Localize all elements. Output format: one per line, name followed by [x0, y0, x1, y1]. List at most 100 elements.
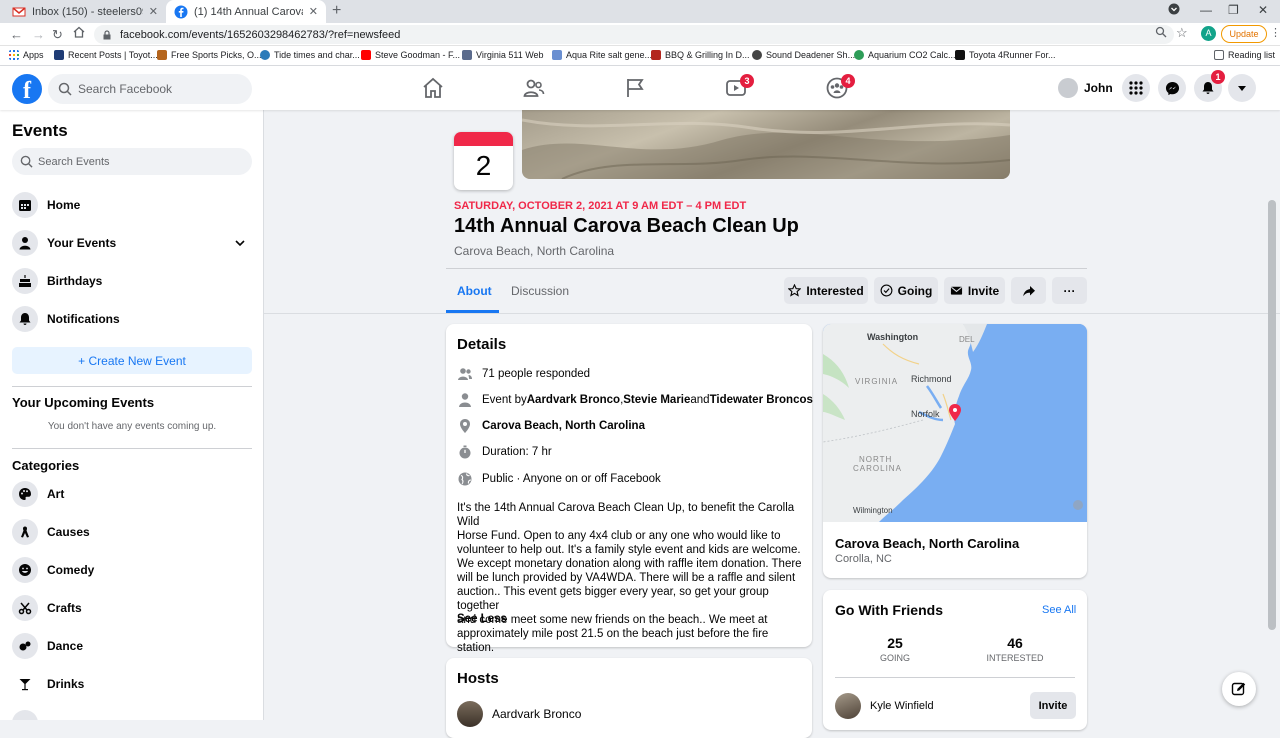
description-line: volunteer to help out. It's a family sty…: [457, 544, 801, 556]
event-location[interactable]: Carova Beach, North Carolina: [454, 244, 614, 258]
home-icon[interactable]: [73, 26, 85, 38]
sidebar-item-notifications[interactable]: Notifications: [12, 303, 252, 335]
duration-row: Duration: 7 hr: [457, 444, 552, 460]
sidebar-item-label: Birthdays: [47, 274, 103, 288]
going-stat[interactable]: 25 GOING: [845, 635, 945, 663]
location-map[interactable]: Washington DEL VIRGINIA Richmond Norfolk…: [823, 324, 1087, 522]
star-icon[interactable]: ☆: [1176, 25, 1188, 41]
menu-grid-button[interactable]: [1122, 74, 1150, 102]
sidebar-item-birthdays[interactable]: Birthdays: [12, 265, 252, 297]
share-button[interactable]: [1011, 277, 1046, 304]
close-window-icon[interactable]: ✕: [1258, 3, 1268, 17]
bookmark-item[interactable]: Free Sports Picks, O...: [157, 50, 262, 60]
pages-flag-icon[interactable]: [623, 76, 647, 100]
url-field[interactable]: facebook.com/events/1652603298462783/?re…: [94, 25, 1174, 44]
close-tab-icon[interactable]: ✕: [309, 5, 318, 18]
interested-count: 46: [1007, 635, 1023, 651]
sidebar-item-label: Notifications: [47, 312, 120, 326]
site-favicon-icon: [552, 50, 562, 60]
bookmark-item[interactable]: Aqua Rite salt gene...: [552, 50, 652, 60]
reading-list-label: Reading list: [1228, 50, 1276, 60]
host-link-tidewater-broncos[interactable]: Tidewater Broncos: [710, 394, 813, 406]
bell-icon: [12, 306, 38, 332]
bookmark-item[interactable]: BBQ & Grilling In D...: [651, 50, 750, 60]
tab-title: Inbox (150) - steelers0930@gma: [32, 5, 143, 18]
browser-menu-icon[interactable]: ⋮: [1270, 26, 1280, 39]
category-drinks[interactable]: Drinks: [12, 668, 252, 700]
back-icon[interactable]: ←: [10, 27, 23, 42]
restore-icon[interactable]: ❐: [1228, 3, 1239, 17]
chevron-down-icon[interactable]: [234, 237, 246, 249]
messenger-button[interactable]: [1158, 74, 1186, 102]
tab-search-icon[interactable]: [1168, 3, 1180, 15]
page-scrollbar[interactable]: [1268, 200, 1276, 630]
tab-title: (1) 14th Annual Carova Beach Cle: [194, 5, 303, 18]
bookmark-item[interactable]: Recent Posts | Toyot...: [54, 50, 158, 60]
bookmark-apps[interactable]: Apps: [9, 50, 44, 60]
palette-icon: [12, 481, 38, 507]
bookmark-item[interactable]: Aquarium CO2 Calc...: [854, 50, 956, 60]
category-crafts[interactable]: Crafts: [12, 592, 252, 624]
going-button[interactable]: Going: [874, 277, 938, 304]
home-nav-icon[interactable]: [421, 76, 445, 100]
minimize-icon[interactable]: —: [1200, 3, 1212, 17]
search-icon: [20, 155, 33, 168]
invite-friend-button[interactable]: Invite: [1030, 692, 1076, 719]
facebook-logo[interactable]: f: [12, 74, 42, 104]
bookmark-label: Apps: [23, 50, 44, 60]
search-events-input[interactable]: Search Events: [12, 148, 252, 175]
bookmark-item[interactable]: Toyota 4Runner For...: [955, 50, 1056, 60]
search-facebook-input[interactable]: Search Facebook: [48, 74, 252, 104]
see-all-link[interactable]: See All: [1042, 604, 1076, 616]
host-entry[interactable]: Aardvark Bronco: [457, 701, 581, 727]
friend-entry[interactable]: Kyle Winfield: [835, 693, 934, 719]
bookmark-item[interactable]: Steve Goodman - F...: [361, 50, 460, 60]
profile-avatar[interactable]: A: [1201, 26, 1216, 41]
going-label: GOING: [879, 653, 910, 663]
update-button[interactable]: Update: [1221, 25, 1267, 43]
sidebar-item-your-events[interactable]: Your Events: [12, 227, 252, 259]
go-with-friends-card: Go With Friends See All 25 GOING 46 INTE…: [823, 590, 1087, 730]
more-options-button[interactable]: ···: [1052, 277, 1087, 304]
category-comedy[interactable]: Comedy: [12, 554, 252, 586]
globe-icon: [458, 472, 472, 486]
bookmark-item[interactable]: Virginia 511 Web: [462, 50, 544, 60]
hosts-card: Hosts Aardvark Bronco: [446, 658, 812, 738]
interested-button[interactable]: Interested: [784, 277, 868, 304]
category-dance[interactable]: Dance: [12, 630, 252, 662]
reading-list-button[interactable]: Reading list: [1214, 50, 1275, 60]
new-message-button[interactable]: [1222, 672, 1256, 706]
place-link[interactable]: Carova Beach, North Carolina: [482, 420, 645, 432]
interested-stat[interactable]: 46 INTERESTED: [965, 635, 1065, 663]
bookmark-item[interactable]: Tide times and char...: [260, 50, 360, 60]
tab-discussion[interactable]: Discussion: [511, 284, 569, 298]
close-tab-icon[interactable]: ✕: [149, 5, 158, 18]
host-link-aardvark-bronco[interactable]: Aardvark Bronco: [527, 394, 620, 406]
browser-tab-facebook[interactable]: (1) 14th Annual Carova Beach Cle ✕: [166, 0, 326, 23]
event-cover-photo[interactable]: [522, 110, 1010, 179]
profile-shortcut[interactable]: John: [1058, 78, 1113, 98]
category-causes[interactable]: Causes: [12, 516, 252, 548]
search-icon: [58, 82, 72, 96]
bookmark-label: Free Sports Picks, O...: [171, 50, 262, 60]
sidebar-item-home[interactable]: Home: [12, 189, 252, 221]
account-menu-button[interactable]: [1228, 74, 1256, 102]
create-new-event-button[interactable]: + Create New Event: [12, 347, 252, 374]
reading-list-icon: [1214, 50, 1224, 60]
site-favicon-icon: [955, 50, 965, 60]
category-art[interactable]: Art: [12, 478, 252, 510]
browser-tab-gmail[interactable]: Inbox (150) - steelers0930@gma ✕: [4, 0, 166, 23]
zoom-icon[interactable]: [1155, 26, 1167, 38]
bookmark-item[interactable]: Sound Deadener Sh...: [752, 50, 855, 60]
search-events-placeholder: Search Events: [38, 155, 110, 168]
see-less-link[interactable]: See Less: [457, 613, 507, 625]
friends-nav-icon[interactable]: [522, 76, 546, 100]
reload-icon[interactable]: ↻: [52, 27, 63, 43]
host-link-stevie-marie[interactable]: Stevie Marie: [623, 394, 690, 406]
tab-about[interactable]: About: [457, 284, 492, 298]
forward-icon[interactable]: →: [32, 27, 45, 42]
map-graphic: [823, 324, 1087, 522]
location-map-card[interactable]: Washington DEL VIRGINIA Richmond Norfolk…: [823, 324, 1087, 578]
new-tab-button[interactable]: +: [332, 2, 341, 20]
invite-button[interactable]: Invite: [944, 277, 1005, 304]
